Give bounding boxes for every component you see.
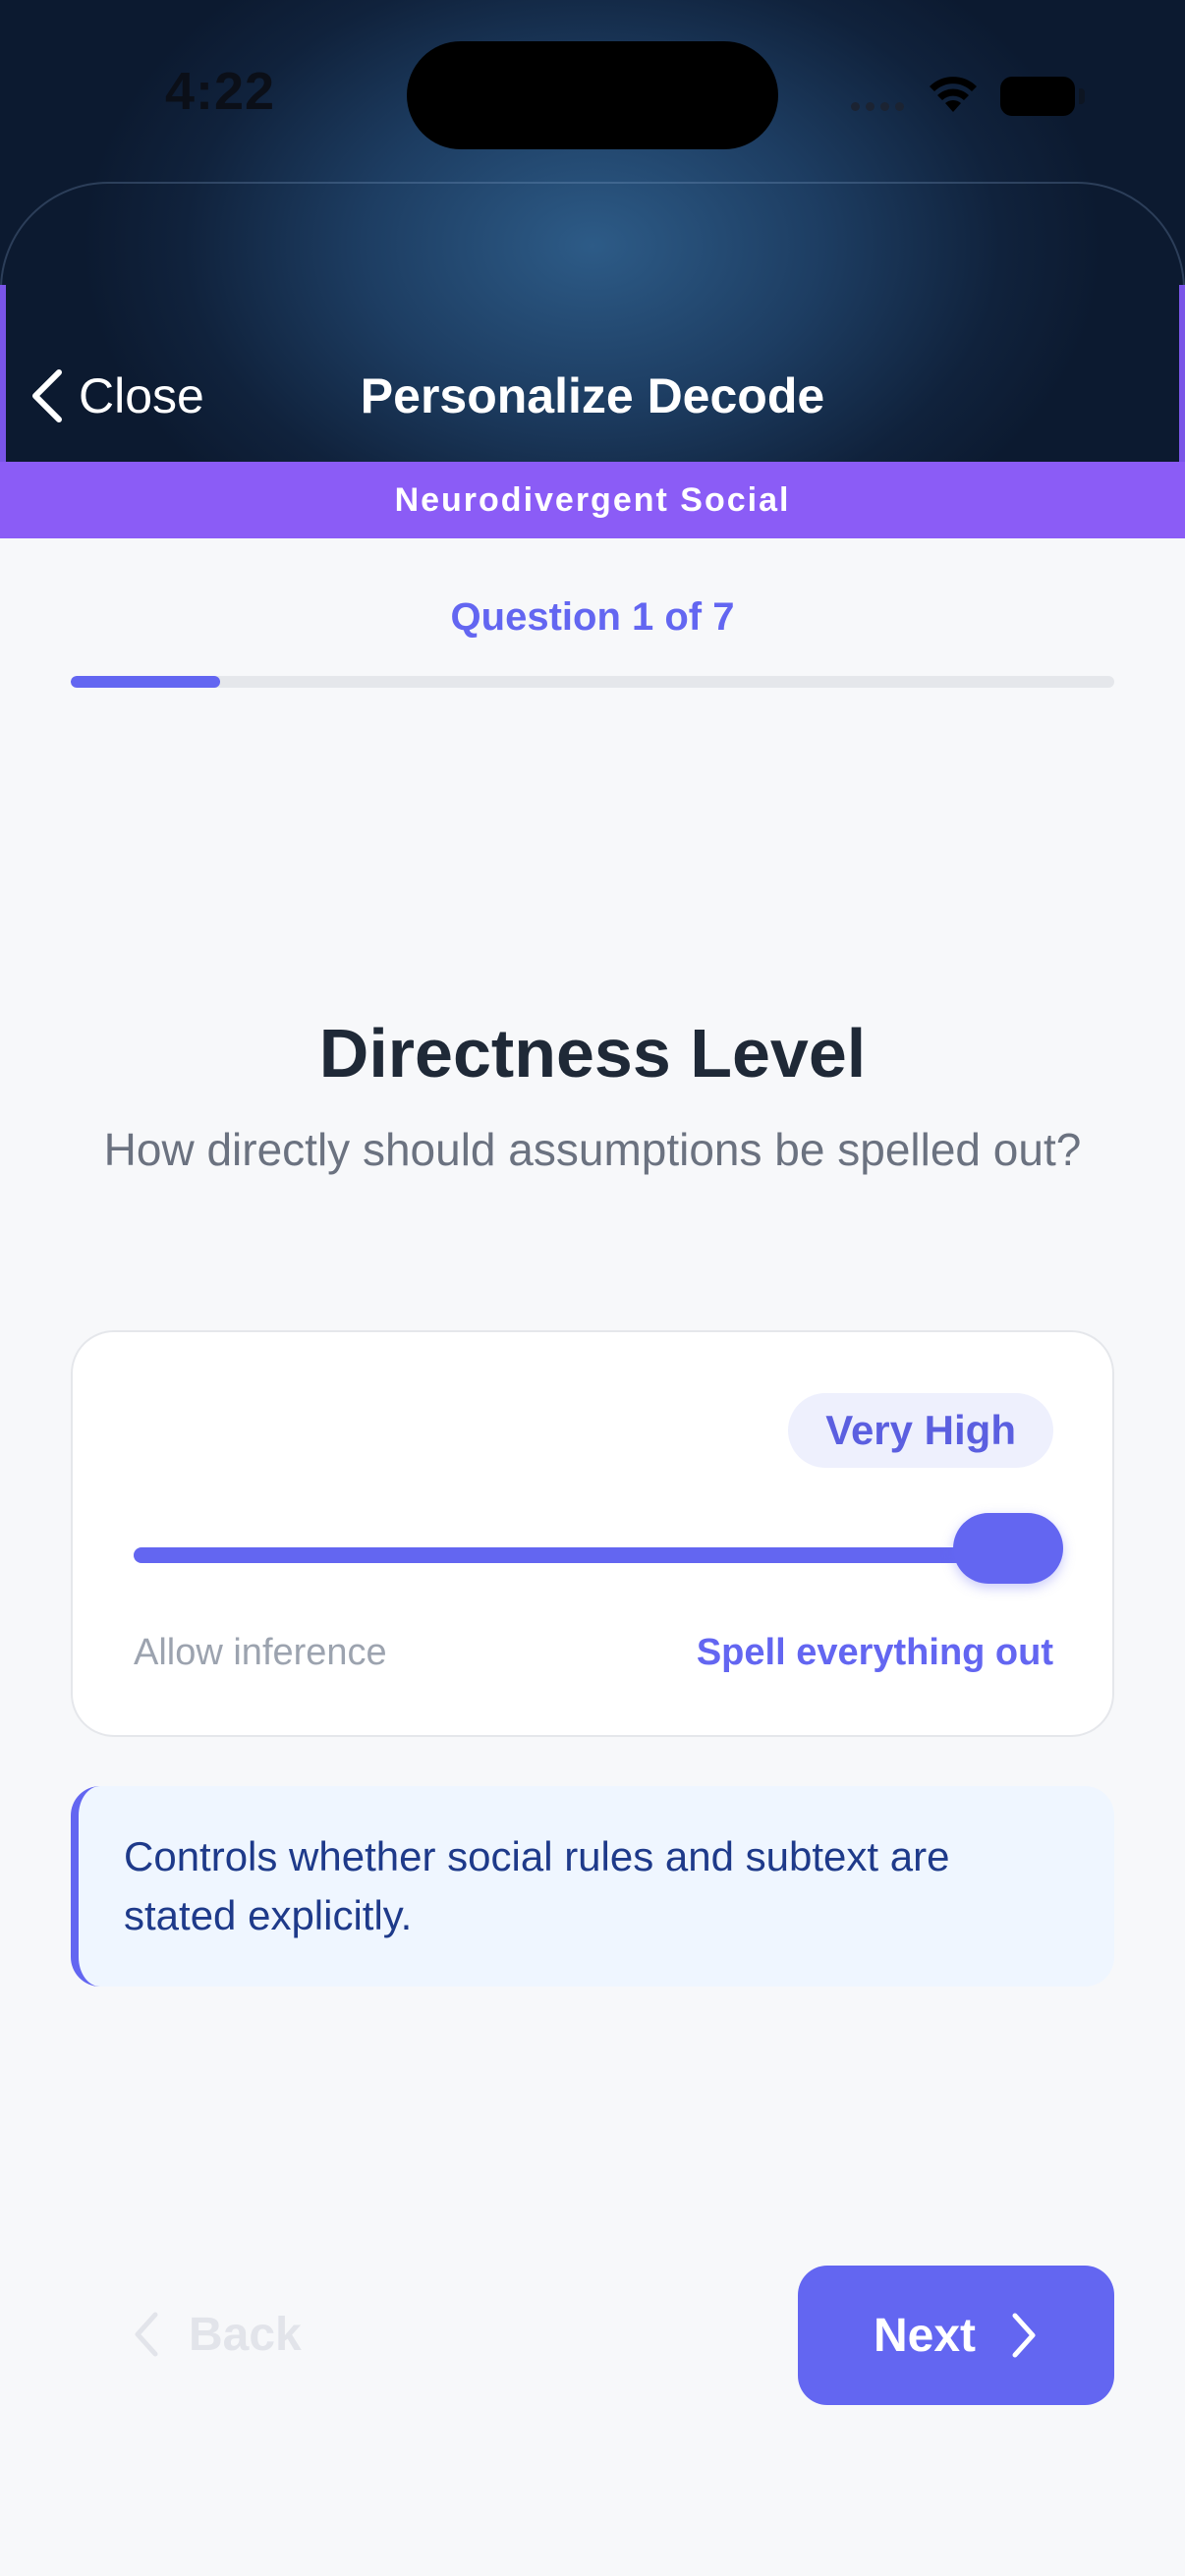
back-label: Back	[189, 2308, 302, 2361]
chevron-left-icon	[135, 2312, 158, 2357]
slider-fill	[134, 1547, 1057, 1563]
slider-card: Very High Allow inference Spell everythi…	[71, 1330, 1114, 1737]
slider-min-label: Allow inference	[134, 1632, 387, 1673]
directness-slider[interactable]	[134, 1513, 1063, 1584]
back-button[interactable]: Back	[132, 2295, 302, 2374]
header: 4:22 Personalize Decode Close	[0, 0, 1185, 462]
next-button[interactable]: Next	[798, 2266, 1114, 2405]
cellular-signal-icon	[851, 102, 904, 111]
progress-fill	[71, 676, 220, 688]
close-label: Close	[79, 368, 204, 423]
slider-max-label: Spell everything out	[696, 1632, 1053, 1673]
wifi-icon	[930, 77, 977, 112]
battery-tip	[1079, 88, 1085, 104]
next-label: Next	[873, 2309, 977, 2362]
category-banner: Neurodivergent Social	[0, 462, 1185, 538]
close-button[interactable]: Close	[29, 362, 204, 430]
question-title: Directness Level	[318, 1015, 867, 1092]
progress-track	[71, 676, 1114, 688]
battery-icon	[1000, 77, 1075, 116]
value-badge: Very High	[788, 1393, 1053, 1468]
question-counter: Question 1 of 7	[450, 595, 735, 639]
question-subtitle: How directly should assumptions be spell…	[103, 1124, 1082, 1175]
chevron-left-icon	[32, 369, 62, 422]
status-time: 4:22	[165, 62, 276, 121]
slider-thumb[interactable]	[953, 1513, 1063, 1584]
info-callout: Controls whether social rules and subtex…	[71, 1786, 1114, 1987]
dynamic-island	[407, 41, 778, 149]
info-text: Controls whether social rules and subtex…	[124, 1833, 950, 1938]
chevron-right-icon	[1012, 2313, 1036, 2358]
